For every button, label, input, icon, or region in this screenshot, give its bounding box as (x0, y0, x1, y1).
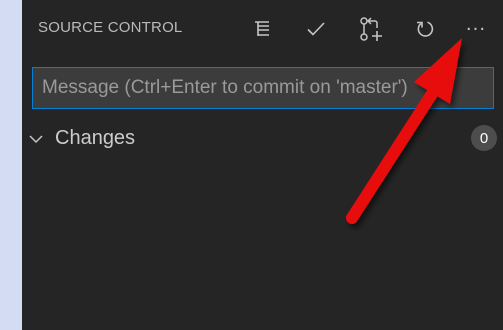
commit-check-icon[interactable] (300, 12, 332, 46)
changes-section-header[interactable]: Changes 0 (22, 124, 503, 154)
pull-request-icon[interactable] (355, 12, 387, 46)
chevron-down-icon (29, 135, 43, 144)
panel-header: SOURCE CONTROL ··· (22, 0, 503, 60)
source-control-panel: SOURCE CONTROL ··· Message (Ctrl+Enter t… (22, 0, 503, 330)
changes-count-badge: 0 (471, 125, 497, 151)
panel-title: SOURCE CONTROL (38, 19, 183, 36)
commit-message-input[interactable] (32, 67, 494, 109)
changes-label: Changes (55, 127, 136, 149)
view-as-tree-icon[interactable] (246, 12, 278, 46)
refresh-icon[interactable] (409, 12, 441, 46)
more-actions-icon[interactable]: ··· (460, 12, 492, 46)
